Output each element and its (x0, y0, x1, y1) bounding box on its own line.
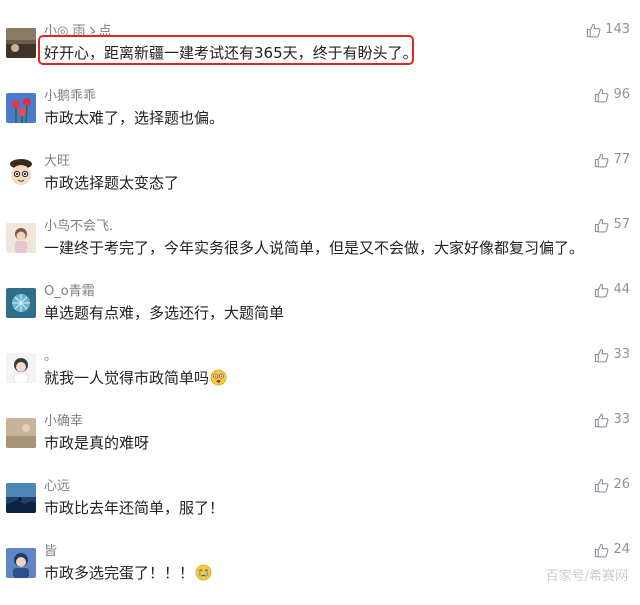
comment-text: 市政选择题太变态了 (44, 174, 180, 192)
like-count: 96 (613, 87, 630, 102)
like-button[interactable]: 96 (594, 86, 630, 104)
like-count: 33 (613, 347, 630, 362)
thumbs-up-icon (594, 218, 609, 233)
avatar[interactable] (6, 288, 36, 318)
like-count: 24 (613, 542, 630, 557)
comment-text: 市政多选完蛋了！！！ (44, 562, 212, 584)
like-button[interactable]: 143 (586, 21, 630, 39)
crying-face-emoji-icon (195, 564, 212, 581)
comment-item: 心远 市政比去年还简单，服了！ 26 (0, 475, 640, 540)
username[interactable]: 小确幸 (44, 413, 83, 431)
like-count: 44 (613, 282, 630, 297)
avatar[interactable] (6, 158, 36, 188)
thumbs-up-icon (594, 153, 609, 168)
comment-item: 。 就我一人觉得市政简单吗 33 (0, 345, 640, 410)
like-count: 57 (613, 217, 630, 232)
avatar[interactable] (6, 93, 36, 123)
like-count: 33 (613, 412, 630, 427)
comment-text: 市政太难了，选择题也偏。 (44, 109, 225, 127)
thumbs-up-icon (586, 23, 601, 38)
comment-item: 小确幸 市政是真的难呀 33 (0, 410, 640, 475)
like-button[interactable]: 77 (594, 151, 630, 169)
username[interactable]: 。 (44, 348, 57, 366)
username[interactable]: 大旺 (44, 153, 70, 171)
username[interactable]: O_o青霜 (44, 283, 95, 301)
watermark: 百家号/希赛网 (545, 569, 628, 584)
highlight-box (38, 35, 414, 65)
thumbs-up-icon (594, 543, 609, 558)
thumbs-up-icon (594, 348, 609, 363)
thumbs-up-icon (594, 413, 609, 428)
thumbs-up-icon (594, 88, 609, 103)
username[interactable]: 皆 (44, 543, 57, 561)
dizzy-face-emoji-icon (210, 369, 227, 386)
username[interactable]: 心远 (44, 478, 70, 496)
comment-text-content: 就我一人觉得市政简单吗 (44, 369, 210, 387)
like-button[interactable]: 57 (594, 216, 630, 234)
username[interactable]: 小鹅乖乖 (44, 88, 96, 106)
comment-item: 皆 市政多选完蛋了！！！ 24 (0, 540, 640, 605)
comment-text: 就我一人觉得市政简单吗 (44, 367, 227, 389)
comment-text: 单选题有点难，多选还行，大题简单 (44, 304, 285, 322)
thumbs-up-icon (594, 283, 609, 298)
comment-item: 小鹅乖乖 市政太难了，选择题也偏。 96 (0, 85, 640, 150)
comment-text: 一建终于考完了，今年实务很多人说简单，但是又不会做，大家好像都复习偏了。 (44, 239, 585, 257)
comment-text: 市政比去年还简单，服了！ (44, 499, 225, 517)
like-count: 143 (605, 22, 630, 37)
username[interactable]: 小鸟不会飞. (44, 218, 113, 236)
comment-item: O_o青霜 单选题有点难，多选还行，大题简单 44 (0, 280, 640, 345)
like-count: 26 (613, 477, 630, 492)
avatar[interactable] (6, 548, 36, 578)
comment-text-content: 市政多选完蛋了！！！ (44, 564, 195, 582)
like-count: 77 (613, 152, 630, 167)
avatar[interactable] (6, 28, 36, 58)
avatar[interactable] (6, 418, 36, 448)
comment-text: 市政是真的难呀 (44, 434, 150, 452)
avatar[interactable] (6, 223, 36, 253)
like-button[interactable]: 26 (594, 476, 630, 494)
like-button[interactable]: 33 (594, 346, 630, 364)
avatar[interactable] (6, 483, 36, 513)
avatar[interactable] (6, 353, 36, 383)
comment-item: 大旺 市政选择题太变态了 77 (0, 150, 640, 215)
comment-item: 小鸟不会飞. 一建终于考完了，今年实务很多人说简单，但是又不会做，大家好像都复习… (0, 215, 640, 280)
like-button[interactable]: 33 (594, 411, 630, 429)
like-button[interactable]: 24 (594, 541, 630, 559)
like-button[interactable]: 44 (594, 281, 630, 299)
thumbs-up-icon (594, 478, 609, 493)
